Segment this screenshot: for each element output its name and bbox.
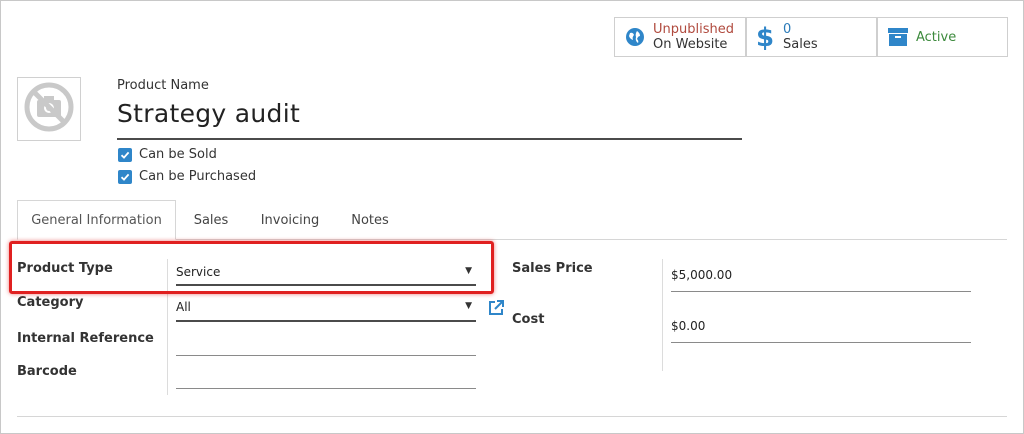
barcode-input[interactable] <box>176 369 476 389</box>
sales-label: Sales <box>783 37 818 52</box>
can-be-sold-label: Can be Sold <box>139 147 217 162</box>
sales-count-button[interactable]: $ 0 Sales <box>746 17 877 57</box>
tab-invoicing[interactable]: Invoicing <box>257 200 323 240</box>
sales-price-input[interactable]: $5,000.00 <box>671 260 971 292</box>
internal-reference-input[interactable] <box>176 336 476 356</box>
external-link-icon[interactable] <box>487 299 505 321</box>
can-be-sold-checkbox[interactable]: Can be Sold <box>118 147 217 162</box>
product-type-highlight-box <box>9 241 494 294</box>
cost-input[interactable]: $0.00 <box>671 311 971 343</box>
no-camera-icon <box>21 79 77 139</box>
category-select[interactable]: All ▼ <box>176 300 476 322</box>
category-value: All <box>176 300 191 314</box>
website-status-label: Unpublished <box>653 22 734 37</box>
column-separator-right <box>662 259 663 371</box>
can-be-purchased-checkbox[interactable]: Can be Purchased <box>118 169 256 184</box>
svg-text:$: $ <box>756 23 774 51</box>
tab-general-information[interactable]: General Information <box>17 200 176 240</box>
category-label: Category <box>17 295 84 310</box>
can-be-purchased-label: Can be Purchased <box>139 169 257 184</box>
tab-notes[interactable]: Notes <box>345 200 395 240</box>
website-status-sublabel: On Website <box>653 37 728 52</box>
product-image[interactable] <box>17 77 81 141</box>
tab-sales[interactable]: Sales <box>188 200 234 240</box>
product-name-input[interactable]: Strategy audit <box>117 99 742 140</box>
dollar-icon: $ <box>753 23 777 51</box>
globe-icon <box>623 27 647 47</box>
sales-count: 0 <box>783 22 792 37</box>
internal-reference-label: Internal Reference <box>17 331 154 346</box>
dropdown-arrow-icon: ▼ <box>465 301 472 311</box>
website-status-button[interactable]: Unpublished On Website <box>614 17 746 57</box>
barcode-label: Barcode <box>17 364 77 379</box>
checkmark-icon <box>118 169 132 184</box>
active-label: Active <box>916 29 957 45</box>
checkmark-icon <box>118 147 132 162</box>
product-name-label: Product Name <box>117 78 209 93</box>
cost-label: Cost <box>512 312 545 327</box>
active-toggle-button[interactable]: Active <box>877 17 1008 57</box>
archive-icon <box>886 28 910 46</box>
sales-price-label: Sales Price <box>512 261 593 276</box>
section-divider <box>17 416 1007 417</box>
